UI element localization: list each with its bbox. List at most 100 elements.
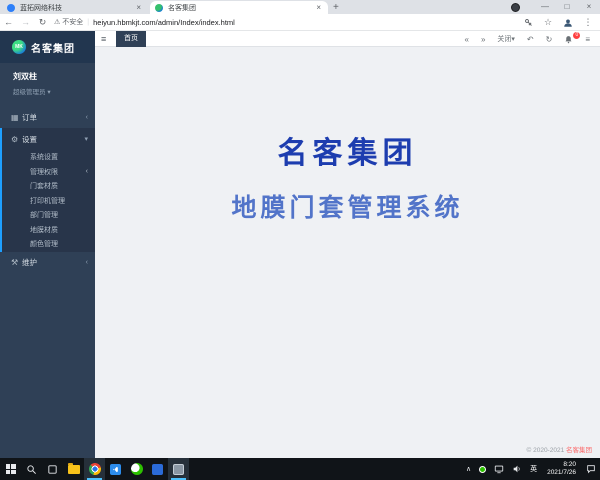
browser-tabstrip: 蓝拓网络科技 × 名客集团 × + — □ ×	[0, 0, 600, 14]
network-monitor-icon[interactable]	[490, 464, 508, 474]
wechat-tray-icon[interactable]	[475, 466, 490, 473]
grey-app-taskbar-button[interactable]	[168, 458, 189, 480]
tab-scroll-left-icon[interactable]: «	[459, 35, 475, 44]
start-button[interactable]	[0, 458, 21, 480]
taskbar-clock[interactable]: 8:20 2021/7/26	[541, 461, 582, 477]
close-tabs-label: 关闭	[497, 34, 511, 44]
url-text: heiyun.hbmkjt.com/admin/Index/index.html	[93, 18, 235, 27]
tab2-title: 名客集团	[168, 3, 314, 13]
forward-button[interactable]: →	[17, 17, 34, 27]
close-tabs-dropdown[interactable]: 关闭 ▾	[491, 34, 521, 44]
sidebar-subitem-system-settings[interactable]: 系统设置	[2, 150, 95, 165]
tab1-close-icon[interactable]: ×	[134, 3, 143, 12]
window-maximize-button[interactable]: □	[556, 0, 578, 14]
sidebar-item-orders[interactable]: ▦ 订单 ‹	[0, 106, 95, 128]
window-minimize-button[interactable]: —	[534, 0, 556, 14]
browser-tab-2[interactable]: 名客集团 ×	[150, 1, 328, 14]
copyright: © 2020-2021 名客集团	[527, 444, 593, 454]
speaker-icon[interactable]	[508, 464, 526, 474]
ime-indicator[interactable]: 英	[526, 464, 541, 474]
profile-avatar-icon[interactable]	[558, 18, 578, 28]
sidebar-item-maintain[interactable]: ⚒ 维护 ‹	[0, 252, 95, 274]
back-button[interactable]: ←	[0, 17, 17, 27]
wechat-icon	[131, 463, 143, 475]
hamburger-icon[interactable]: ≡	[101, 31, 106, 47]
subitem-label: 系统设置	[30, 152, 88, 162]
sidebar-logo[interactable]: MK 名客集团	[0, 31, 95, 63]
tab-scroll-right-icon[interactable]: »	[475, 35, 491, 44]
search-icon	[26, 464, 37, 475]
system-tray: ∧ 英 8:20 2021/7/26	[462, 458, 600, 480]
password-key-icon[interactable]	[518, 18, 538, 27]
sidebar-item-maintain-label: 维护	[22, 257, 86, 268]
settings-chevron-down-icon: ▾	[84, 135, 88, 143]
blue-app-taskbar-button[interactable]	[147, 458, 168, 480]
sidebar-item-settings-label: 设置	[22, 134, 84, 145]
tab2-close-icon[interactable]: ×	[314, 3, 323, 12]
omnibox[interactable]: ⚠ 不安全 | heiyun.hbmkjt.com/admin/Index/in…	[54, 17, 235, 27]
browser-profile-icon[interactable]	[511, 3, 520, 12]
chrome-taskbar-button[interactable]	[84, 458, 105, 480]
sidebar-item-orders-label: 订单	[22, 112, 86, 123]
permissions-chevron-icon: ‹	[86, 168, 88, 175]
header-more-icon[interactable]: ≡	[579, 35, 596, 44]
refresh-icon[interactable]: ↻	[540, 35, 559, 44]
blue-app-icon	[152, 464, 163, 475]
user-name: 刘双柱	[13, 71, 95, 82]
subitem-label: 部门管理	[30, 210, 88, 220]
bookmark-star-icon[interactable]: ☆	[538, 17, 558, 28]
subitem-label: 颜色管理	[30, 239, 88, 249]
close-tabs-caret-icon: ▾	[511, 35, 515, 43]
taskbar: ∧ 英 8:20 2021/7/26	[0, 458, 600, 480]
sidebar-subitem-department-manage[interactable]: 部门管理	[2, 208, 95, 223]
sidebar-menu: ▦ 订单 ‹ ⚙ 设置 ▾ 系统设置 管理权限 ‹	[0, 106, 95, 274]
vscode-taskbar-button[interactable]	[105, 458, 126, 480]
security-label: 不安全	[62, 17, 83, 27]
sidebar-subitem-printer-manage[interactable]: 打印机管理	[2, 194, 95, 209]
sidebar-subitem-film-material[interactable]: 地膜材质	[2, 223, 95, 238]
tray-chevron-icon[interactable]: ∧	[462, 465, 475, 473]
content-header: ≡ 首页 « » 关闭 ▾ ↶ ↻ 0 ≡	[95, 31, 600, 47]
undo-icon[interactable]: ↶	[521, 35, 540, 44]
orders-chevron-icon: ‹	[86, 114, 88, 121]
logo-icon: MK	[12, 40, 26, 54]
sidebar-subitem-door-material[interactable]: 门套材质	[2, 179, 95, 194]
user-role-caret-icon: ▾	[47, 89, 50, 96]
reload-button[interactable]: ↻	[34, 17, 51, 28]
window-close-button[interactable]: ×	[578, 0, 600, 14]
admin-page: MK 名客集团 刘双柱 超级管理员 ▾ ▦ 订单 ‹ ⚙	[0, 31, 600, 458]
wechat-taskbar-button[interactable]	[126, 458, 147, 480]
security-warning-icon: ⚠	[54, 18, 60, 26]
task-view-icon	[47, 464, 58, 475]
taskbar-search-button[interactable]	[21, 458, 42, 480]
sidebar-subitem-color-manage[interactable]: 颜色管理	[2, 237, 95, 252]
folder-icon	[68, 465, 80, 474]
tab2-favicon-icon	[155, 4, 163, 12]
notification-bell-icon[interactable]: 0	[558, 35, 579, 44]
task-view-button[interactable]	[42, 458, 63, 480]
wrench-icon: ⚒	[11, 258, 22, 267]
content-body: 名客集团 地膜门套管理系统 © 2020-2021 名客集团	[95, 48, 600, 458]
tab1-title: 蓝拓网络科技	[20, 3, 134, 13]
maintain-chevron-icon: ‹	[86, 259, 88, 266]
windows-logo-icon	[6, 464, 16, 474]
user-role-dropdown[interactable]: 超级管理员 ▾	[13, 86, 95, 96]
tab-home[interactable]: 首页	[116, 31, 146, 47]
window-controls: — □ ×	[511, 0, 600, 14]
sidebar-item-settings[interactable]: ⚙ 设置 ▾	[2, 128, 95, 150]
copyright-years: © 2020-2021	[527, 447, 565, 454]
toolbar-actions: ☆ ⋮	[518, 14, 598, 31]
file-explorer-button[interactable]	[63, 458, 84, 480]
clock-date: 2021/7/26	[547, 469, 576, 477]
new-tab-button[interactable]: +	[333, 2, 339, 13]
sidebar-subitem-manage-permissions[interactable]: 管理权限 ‹	[2, 165, 95, 180]
browser-menu-icon[interactable]: ⋮	[578, 17, 598, 28]
action-center-icon[interactable]	[582, 464, 600, 474]
logo-text: 名客集团	[31, 40, 75, 55]
user-role-label: 超级管理员	[13, 89, 46, 96]
chrome-icon	[89, 463, 101, 475]
grey-app-icon	[173, 464, 184, 475]
browser-tab-1[interactable]: 蓝拓网络科技 ×	[2, 1, 148, 14]
sidebar-group-settings: ⚙ 设置 ▾ 系统设置 管理权限 ‹ 门套材质 打印机管	[0, 128, 95, 252]
sidebar: MK 名客集团 刘双柱 超级管理员 ▾ ▦ 订单 ‹ ⚙	[0, 31, 95, 458]
